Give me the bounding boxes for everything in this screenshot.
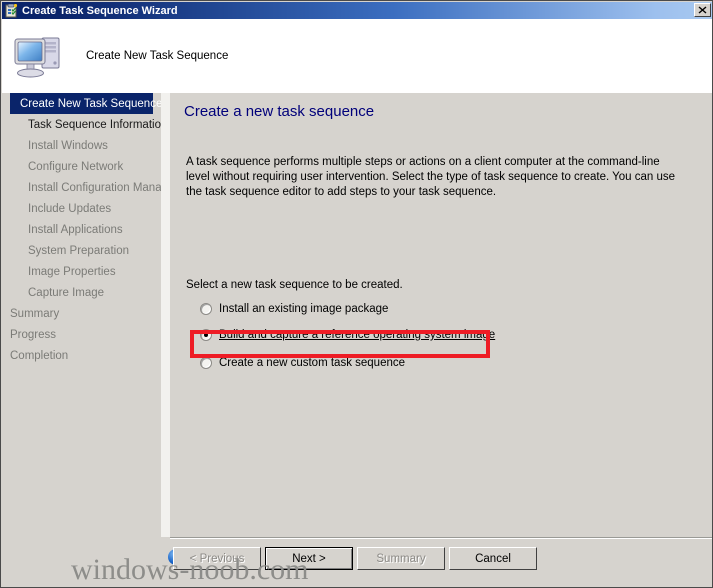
sidebar-item-label: Create New Task Sequence (20, 97, 163, 110)
sidebar-item-label: Configure Network (28, 160, 124, 173)
sidebar-item-label: Completion (10, 349, 69, 362)
sidebar-item-label: Image Properties (28, 265, 116, 278)
wizard-step-list: Create New Task Sequence Task Sequence I… (2, 93, 168, 587)
summary-button[interactable]: Summary (357, 547, 445, 570)
footer-separator (170, 537, 712, 539)
computer-monitor-icon (12, 30, 68, 82)
cancel-button[interactable]: Cancel (449, 547, 537, 570)
previous-button[interactable]: < Previous (173, 547, 261, 570)
sidebar-item-label: Summary (10, 307, 60, 320)
radio-create-new-custom-task-sequence[interactable]: Create a new custom task sequence (200, 357, 405, 369)
sidebar-item-label: Install Configuration Manag (28, 181, 168, 194)
window-title: Create Task Sequence Wizard (22, 4, 178, 17)
sidebar-item-install-configuration-manager[interactable]: Install Configuration Manag (2, 177, 168, 198)
sidebar-item-progress[interactable]: Progress (2, 324, 161, 345)
sidebar-item-label: Install Windows (28, 139, 108, 152)
wizard-footer: ? < Previous Next > Summary Cancel (2, 537, 712, 587)
intro-paragraph: A task sequence performs multiple steps … (186, 156, 676, 198)
sidebar-item-completion[interactable]: Completion (2, 345, 161, 366)
wizard-banner: Create New Task Sequence (2, 19, 712, 93)
page-title: Create a new task sequence (184, 103, 375, 120)
close-icon[interactable] (694, 3, 711, 17)
sidebar-item-label: Install Applications (28, 223, 123, 236)
radio-label: Build and capture a reference operating … (219, 329, 496, 341)
sidebar-item-label: Task Sequence Information (28, 118, 168, 131)
title-bar: Create Task Sequence Wizard (2, 2, 712, 19)
radio-circle-icon (200, 357, 212, 369)
sidebar-item-capture-image[interactable]: Capture Image (2, 282, 161, 303)
sidebar-item-task-sequence-information[interactable]: Task Sequence Information (2, 114, 167, 135)
sidebar-item-configure-network[interactable]: Configure Network (2, 156, 161, 177)
task-sequence-clipboard-icon (4, 3, 18, 18)
wizard-body: Create New Task Sequence Task Sequence I… (2, 93, 712, 587)
select-instruction-label: Select a new task sequence to be created… (186, 279, 403, 291)
sidebar-item-install-windows[interactable]: Install Windows (2, 135, 161, 156)
sidebar-item-include-updates[interactable]: Include Updates (2, 198, 161, 219)
sidebar-item-label: Include Updates (28, 202, 112, 215)
sidebar-item-system-preparation[interactable]: System Preparation (2, 240, 161, 261)
next-button[interactable]: Next > (265, 547, 353, 570)
sidebar-item-label: System Preparation (28, 244, 129, 257)
radio-build-and-capture-reference-image[interactable]: Build and capture a reference operating … (200, 329, 495, 341)
sidebar-item-install-applications[interactable]: Install Applications (2, 219, 161, 240)
banner-title: Create New Task Sequence (86, 50, 229, 62)
wizard-window: Create Task Sequence Wizard Create New T… (0, 0, 713, 588)
radio-circle-icon (200, 303, 212, 315)
sidebar-item-summary[interactable]: Summary (2, 303, 161, 324)
radio-circle-selected-icon (200, 329, 212, 341)
sidebar-item-label: Progress (10, 328, 57, 341)
radio-install-existing-image-package[interactable]: Install an existing image package (200, 303, 388, 315)
sidebar-item-label: Capture Image (28, 286, 105, 299)
sidebar-divider (161, 93, 170, 587)
sidebar-item-create-new-task-sequence[interactable]: Create New Task Sequence (10, 93, 162, 114)
sidebar-item-image-properties[interactable]: Image Properties (2, 261, 161, 282)
radio-label: Install an existing image package (219, 303, 389, 315)
radio-label: Create a new custom task sequence (219, 357, 406, 369)
wizard-page-content: Create a new task sequence A task sequen… (170, 93, 712, 587)
